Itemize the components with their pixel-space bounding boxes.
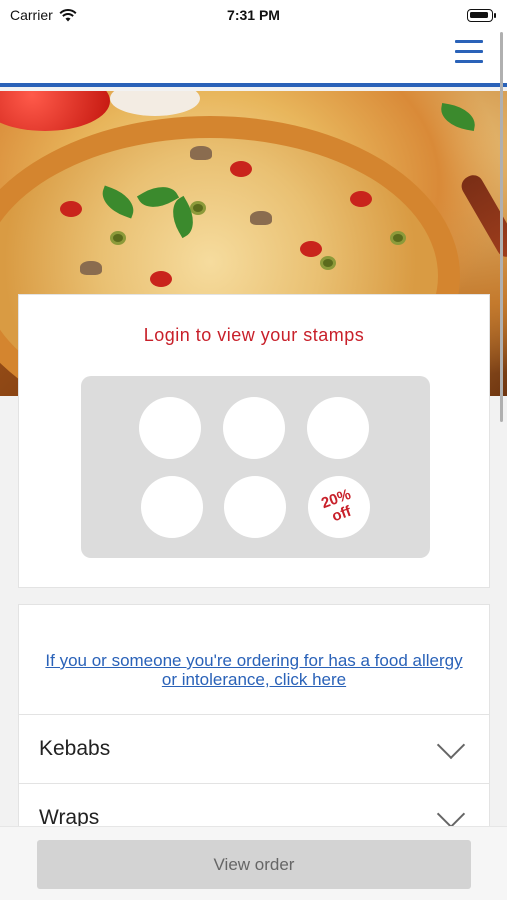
olive xyxy=(110,231,126,245)
olive xyxy=(390,231,406,245)
scrollbar[interactable] xyxy=(500,32,503,422)
stamp-grid: 20% off xyxy=(81,376,430,558)
mushroom xyxy=(80,261,102,275)
chevron-down-icon xyxy=(436,730,466,760)
pepperoni xyxy=(150,271,172,287)
status-time: 7:31 PM xyxy=(227,7,280,23)
category-label: Kebabs xyxy=(39,737,111,760)
stamp-card-title[interactable]: Login to view your stamps xyxy=(19,325,489,346)
olive xyxy=(320,256,336,270)
basil-leaf xyxy=(438,103,478,131)
pepperoni xyxy=(230,161,252,177)
status-bar: Carrier 7:31 PM xyxy=(0,0,507,30)
stamp-slot xyxy=(223,397,285,459)
tomato-decoration xyxy=(0,91,110,131)
chevron-down-icon xyxy=(436,799,466,829)
menu-category-list: If you or someone you're ordering for ha… xyxy=(18,604,490,844)
onion-decoration xyxy=(110,91,200,116)
app-header xyxy=(0,30,507,87)
allergy-info-link[interactable]: If you or someone you're ordering for ha… xyxy=(19,651,489,689)
stamp-slot xyxy=(141,476,203,538)
olive xyxy=(190,201,206,215)
menu-category-kebabs[interactable]: Kebabs xyxy=(19,714,489,784)
pepperoni xyxy=(60,201,82,217)
stamp-slot xyxy=(224,476,286,538)
stamp-reward-slot: 20% off xyxy=(308,476,370,538)
pepperoni xyxy=(350,191,372,207)
view-order-button[interactable]: View order xyxy=(37,840,471,889)
mushroom xyxy=(250,211,272,225)
battery-icon xyxy=(467,8,496,22)
pepperoni xyxy=(300,241,322,257)
stamp-slot xyxy=(307,397,369,459)
loyalty-stamp-card[interactable]: Login to view your stamps 20% off xyxy=(18,294,490,588)
hamburger-menu-icon[interactable] xyxy=(455,40,483,66)
bottom-bar: View order xyxy=(0,826,507,900)
stamp-slot xyxy=(139,397,201,459)
mushroom xyxy=(190,146,212,160)
